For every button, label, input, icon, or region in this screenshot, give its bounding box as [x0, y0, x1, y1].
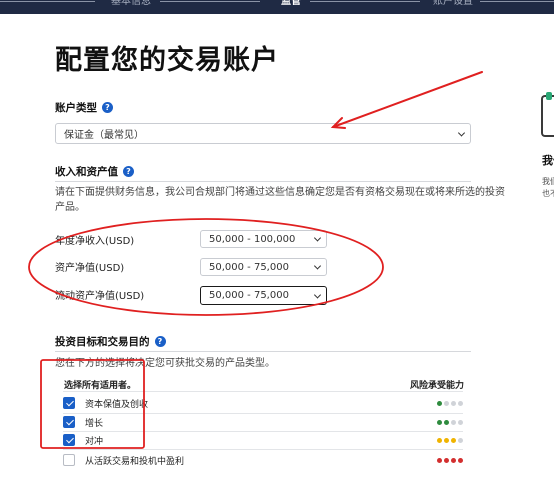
risk-dot — [458, 400, 463, 406]
risk-dot — [451, 457, 456, 463]
objective-label: 从活跃交易和投机中盈利 — [85, 456, 185, 467]
objective-checkbox[interactable] — [63, 397, 75, 409]
risk-indicator — [437, 419, 463, 425]
side-panel-text: 我们 — [542, 177, 554, 186]
net-worth-label: 资产净值(USD) — [55, 263, 125, 274]
risk-dot — [437, 437, 442, 443]
step-basic-info[interactable]: 基本信息 — [111, 0, 151, 8]
help-icon[interactable]: ? — [123, 166, 134, 177]
risk-dot — [451, 400, 456, 406]
stepper-bar: 基本信息 监管 账户设置 — [0, 0, 554, 14]
net-worth-value: 50,000 - 75,000 — [209, 261, 289, 273]
risk-dot — [458, 419, 463, 425]
section-divider — [55, 181, 471, 182]
risk-dot — [458, 457, 463, 463]
chevron-down-icon — [457, 128, 466, 137]
liquid-net-worth-label: 流动资产净值(USD) — [55, 291, 145, 302]
section-divider — [55, 351, 471, 352]
objectives-description: 您在下方的选择将决定您可获批交易的产品类型。 — [55, 358, 275, 369]
annual-income-value: 50,000 - 100,000 — [209, 233, 296, 245]
side-panel-text: 也不 — [542, 189, 554, 198]
chevron-down-icon — [313, 262, 322, 270]
objective-checkbox[interactable] — [63, 454, 75, 466]
row-divider — [63, 391, 463, 392]
account-type-select[interactable]: 保证金（最常见） — [55, 123, 471, 144]
annual-income-label: 年度净收入(USD) — [55, 236, 135, 247]
risk-tolerance-label: 风险承受能力 — [410, 381, 465, 391]
risk-dot — [451, 419, 456, 425]
select-all-label: 选择所有适用者。 — [64, 381, 137, 391]
liquid-net-worth-value: 50,000 - 75,000 — [209, 290, 289, 301]
chevron-down-icon — [313, 234, 322, 242]
net-worth-select[interactable]: 50,000 - 75,000 — [200, 258, 327, 276]
row-divider — [63, 449, 463, 450]
document-icon — [541, 92, 554, 137]
side-panel-title: 我们 — [542, 154, 554, 167]
risk-indicator — [437, 437, 463, 443]
account-type-label-row: 账户类型 ? — [55, 100, 113, 115]
risk-indicator — [437, 400, 463, 406]
risk-dot — [444, 419, 449, 425]
income-assets-heading-row: 收入和资产值 ? — [55, 164, 134, 179]
annotation-arrow-line — [332, 71, 483, 128]
risk-dot — [437, 419, 442, 425]
risk-dot — [444, 457, 449, 463]
stepper-line — [310, 1, 420, 2]
page-title: 配置您的交易账户 — [55, 45, 279, 76]
objectives-heading-row: 投资目标和交易目的 ? — [55, 334, 166, 349]
description-line: 产品。 — [55, 202, 85, 213]
objectives-heading: 投资目标和交易目的 — [55, 336, 150, 348]
risk-indicator — [437, 457, 463, 463]
risk-dot — [451, 437, 456, 443]
objective-checkbox[interactable] — [63, 416, 75, 428]
account-type-value: 保证金（最常见） — [64, 130, 144, 141]
objective-label: 增长 — [85, 418, 104, 429]
objective-row[interactable]: 对冲 — [63, 431, 463, 449]
objective-row[interactable]: 资本保值及创收 — [63, 394, 463, 412]
description-line: 请在下面提供财务信息，我公司合规部门将通过这些信息确定您是否有资格交易现在或将来… — [55, 187, 505, 198]
liquid-net-worth-select[interactable]: 50,000 - 75,000 — [200, 286, 327, 305]
risk-dot — [444, 400, 449, 406]
stepper-line — [480, 1, 554, 2]
objective-row[interactable]: 从活跃交易和投机中盈利 — [63, 451, 463, 469]
stepper-line — [0, 1, 95, 2]
income-assets-description: 请在下面提供财务信息，我公司合规部门将通过这些信息确定您是否有资格交易现在或将来… — [55, 185, 505, 215]
objective-label: 资本保值及创收 — [85, 399, 149, 410]
step-account-setup[interactable]: 账户设置 — [433, 0, 473, 8]
objective-checkbox[interactable] — [63, 434, 75, 446]
risk-dot — [437, 400, 442, 406]
risk-dot — [444, 437, 449, 443]
chevron-down-icon — [313, 290, 322, 299]
help-icon[interactable]: ? — [154, 336, 166, 347]
objective-row[interactable]: 增长 — [63, 413, 463, 431]
account-type-label: 账户类型 — [55, 102, 97, 114]
objective-label: 对冲 — [85, 436, 104, 447]
help-icon[interactable]: ? — [102, 102, 113, 113]
risk-dot — [458, 437, 463, 443]
stepper-line — [160, 1, 260, 2]
risk-dot — [437, 457, 442, 463]
income-assets-heading: 收入和资产值 — [55, 166, 118, 178]
step-regulatory[interactable]: 监管 — [281, 0, 301, 8]
annual-income-select[interactable]: 50,000 - 100,000 — [200, 230, 327, 248]
